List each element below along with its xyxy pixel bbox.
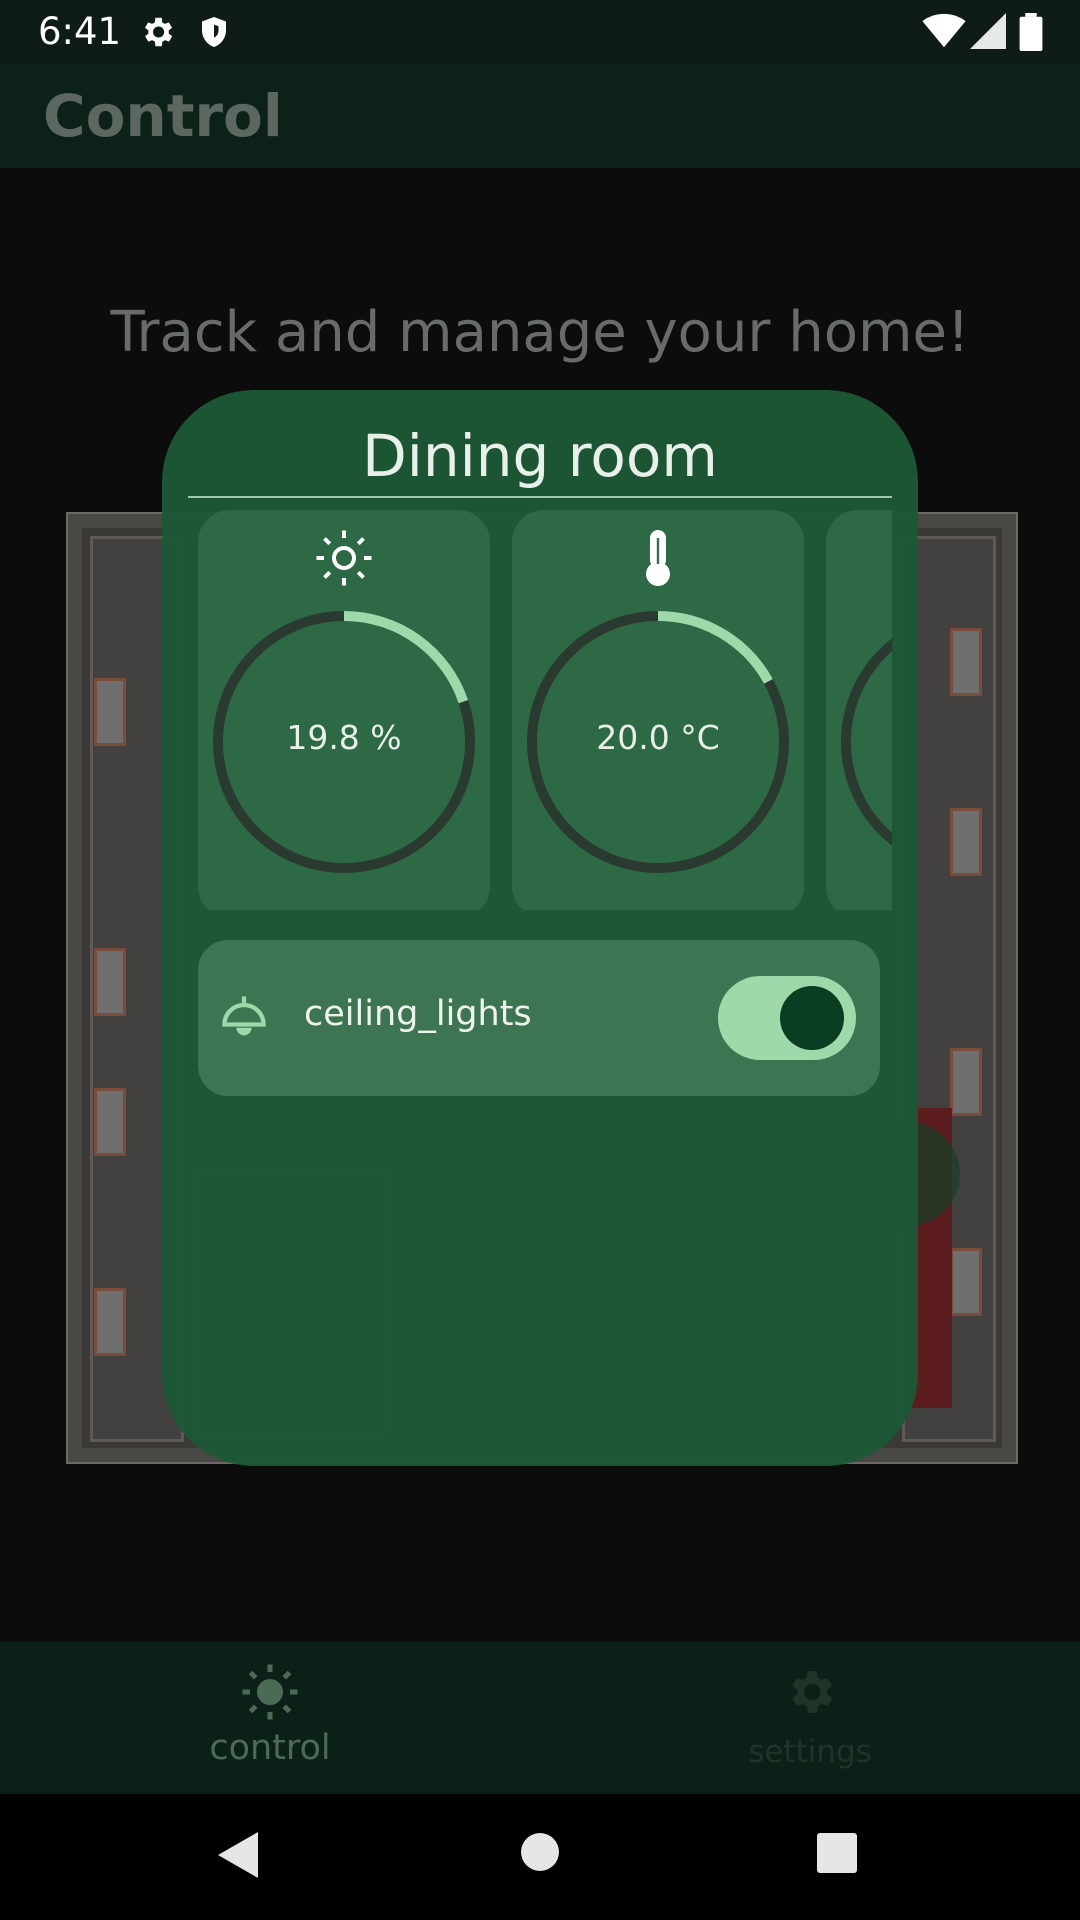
picture-frame	[94, 948, 126, 1016]
system-navigation-bar	[0, 1794, 1080, 1920]
ceiling-lights-toggle[interactable]	[718, 976, 856, 1060]
wifi-icon	[922, 13, 966, 48]
sensor-card-partial[interactable]	[826, 510, 892, 910]
gear-icon	[792, 1671, 833, 1713]
battery-icon	[1019, 13, 1043, 51]
light-level-value: 19.8 %	[286, 718, 402, 757]
sun-icon	[242, 1664, 298, 1720]
title-divider	[188, 496, 892, 498]
signal-icon	[970, 13, 1006, 49]
home-icon[interactable]	[520, 1832, 560, 1872]
device-row-ceiling-lights: ceiling_lights	[198, 940, 880, 1096]
sensor-card-temperature[interactable]: 20.0 °C	[512, 510, 804, 910]
status-bar: 6:41	[0, 0, 1080, 64]
gear-icon	[144, 17, 173, 47]
partial-gauge	[841, 638, 892, 846]
app-bar: Control	[0, 64, 1080, 168]
status-time: 6:41	[38, 10, 122, 53]
tagline: Track and manage your home!	[110, 300, 970, 365]
picture-frame	[950, 1248, 982, 1316]
bottom-navigation: control settings	[0, 1642, 1080, 1794]
picture-frame	[94, 1088, 126, 1156]
ceiling-lamp-icon	[222, 996, 266, 1036]
device-label: ceiling_lights	[304, 994, 532, 1034]
page-title: Control	[43, 82, 283, 150]
sensor-carousel[interactable]: 19.8 % 20.0 °C	[198, 510, 892, 910]
picture-frame	[950, 628, 982, 696]
sensor-card-light[interactable]: 19.8 %	[198, 510, 490, 910]
recents-icon[interactable]	[816, 1832, 858, 1874]
dialog-title: Dining room	[362, 422, 718, 490]
temperature-value: 20.0 °C	[596, 718, 720, 757]
nav-label-settings: settings	[748, 1734, 872, 1770]
picture-frame	[950, 1048, 982, 1116]
room-dialog: Dining room 19.8 % 20.0 °C ceiling_light…	[162, 390, 918, 1466]
picture-frame	[950, 808, 982, 876]
nav-item-settings[interactable]: settings	[540, 1642, 1080, 1794]
toggle-knob	[780, 986, 844, 1050]
picture-frame	[94, 678, 126, 746]
back-icon[interactable]	[216, 1830, 260, 1880]
nav-item-control[interactable]: control	[0, 1642, 540, 1794]
thermometer-icon	[646, 530, 670, 586]
sun-icon	[316, 530, 372, 586]
shield-icon	[202, 17, 226, 47]
picture-frame	[94, 1288, 126, 1356]
nav-label-control: control	[209, 1728, 331, 1768]
